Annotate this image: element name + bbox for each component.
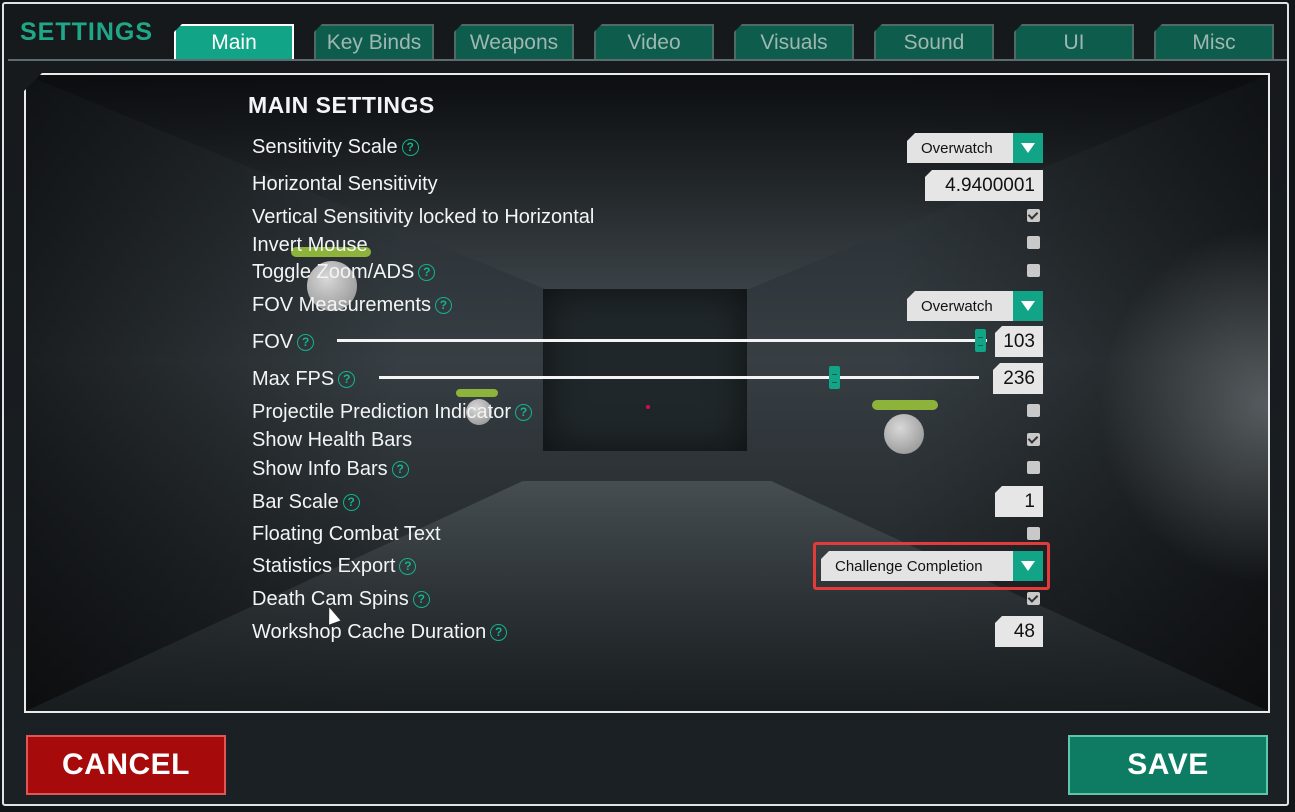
help-icon[interactable]: ? [297,334,315,351]
tab-visuals[interactable]: Visuals [734,24,854,59]
setting-label-text: Statistics Export [252,555,396,577]
death-cam-spins-checkbox[interactable] [1027,592,1040,605]
setting-label-text: Floating Combat Text [252,523,441,545]
max-fps-value-input[interactable]: 236 [993,363,1043,394]
sensitivity-scale-dropdown[interactable]: Overwatch [907,133,1043,163]
setting-label-text: Vertical Sensitivity locked to Horizonta… [252,206,595,228]
setting-label-vertical-sensitivity-locked: Vertical Sensitivity locked to Horizonta… [252,206,594,229]
help-icon[interactable]: ? [434,297,452,314]
help-icon[interactable]: ? [338,371,356,388]
setting-label-text: Max FPS [252,368,335,390]
setting-label-bar-scale: Bar Scale ? [252,491,360,514]
setting-label-text: FOV Measurements [252,294,431,316]
fov-slider-track[interactable] [337,339,987,342]
fov-measurements-dropdown[interactable]: Overwatch [907,291,1043,321]
setting-label-fov-measurements: FOV Measurements ? [252,294,452,317]
tab-misc[interactable]: Misc [1154,24,1274,59]
invert-mouse-checkbox[interactable] [1027,236,1040,249]
setting-label-show-health-bars: Show Health Bars [252,429,412,452]
background-ceiling [26,75,1268,290]
setting-label-text: Projectile Prediction Indicator [252,401,512,423]
max-fps-slider-track[interactable] [379,376,979,379]
target-bot-health-bar [872,400,938,410]
setting-label-toggle-zoom-ads: Toggle Zoom/ADS ? [252,261,436,284]
setting-label-statistics-export: Statistics Export ? [252,555,417,578]
help-icon[interactable]: ? [342,494,360,511]
setting-label-text: Bar Scale [252,491,339,513]
help-icon[interactable]: ? [418,264,436,281]
help-icon[interactable]: ? [399,558,417,575]
dropdown-value: Overwatch [921,297,993,315]
setting-label-projectile-prediction: Projectile Prediction Indicator ? [252,401,533,424]
tab-ui[interactable]: UI [1014,24,1134,59]
settings-title: SETTINGS [20,18,154,46]
bar-scale-input[interactable]: 1 [995,486,1043,517]
chevron-down-icon [1013,291,1043,321]
section-title: MAIN SETTINGS [248,92,435,118]
show-info-bars-checkbox[interactable] [1027,461,1040,474]
tab-key-binds[interactable]: Key Binds [314,24,434,59]
setting-label-sensitivity-scale: Sensitivity Scale ? [252,136,419,159]
setting-label-max-fps: Max FPS ? [252,368,356,391]
projectile-prediction-checkbox[interactable] [1027,404,1040,417]
setting-label-text: Workshop Cache Duration [252,621,487,643]
help-icon[interactable]: ? [515,404,533,421]
setting-label-fov: FOV ? [252,331,315,354]
setting-label-death-cam-spins: Death Cam Spins ? [252,588,430,611]
cancel-button[interactable]: CANCEL [26,735,226,795]
chevron-down-icon [1013,133,1043,163]
tab-weapons[interactable]: Weapons [454,24,574,59]
setting-label-show-info-bars: Show Info Bars ? [252,458,409,481]
toggle-zoom-ads-checkbox[interactable] [1027,264,1040,277]
save-button[interactable]: SAVE [1068,735,1268,795]
tab-underline [8,59,1287,61]
help-icon[interactable]: ? [391,461,409,478]
workshop-cache-duration-input[interactable]: 48 [995,616,1043,647]
setting-label-text: FOV [252,331,294,353]
setting-label-text: Sensitivity Scale [252,136,398,158]
help-icon[interactable]: ? [490,624,508,641]
background-wall-block [543,289,747,451]
fov-value-input[interactable]: 103 [995,326,1043,357]
crosshair-dot [646,405,650,409]
setting-label-text: Invert Mouse [252,234,368,256]
target-bot-health-bar [456,389,498,397]
show-health-bars-checkbox[interactable] [1027,433,1040,446]
setting-label-floating-combat-text: Floating Combat Text [252,523,441,546]
setting-label-workshop-cache-duration: Workshop Cache Duration ? [252,621,508,644]
setting-label-text: Show Health Bars [252,429,413,451]
background-light [1098,225,1268,585]
vertical-sensitivity-locked-checkbox[interactable] [1027,209,1040,222]
tab-main[interactable]: Main [174,24,294,59]
help-icon[interactable]: ? [412,591,430,608]
settings-panel [24,73,1270,713]
fov-slider-thumb[interactable] [975,329,986,352]
tab-video[interactable]: Video [594,24,714,59]
tab-sound[interactable]: Sound [874,24,994,59]
help-icon[interactable]: ? [401,139,419,156]
setting-label-invert-mouse: Invert Mouse [252,234,368,257]
setting-label-text: Horizontal Sensitivity [252,173,438,195]
setting-label-text: Show Info Bars [252,458,388,480]
focus-highlight [813,542,1050,590]
setting-label-text: Toggle Zoom/ADS [252,261,415,283]
background-floor [26,481,1268,711]
target-bot [884,414,924,454]
horizontal-sensitivity-input[interactable]: 4.9400001 [925,170,1043,201]
floating-combat-text-checkbox[interactable] [1027,527,1040,540]
max-fps-slider-thumb[interactable] [829,366,840,389]
dropdown-value: Overwatch [921,139,993,157]
setting-label-horizontal-sensitivity: Horizontal Sensitivity [252,173,438,196]
